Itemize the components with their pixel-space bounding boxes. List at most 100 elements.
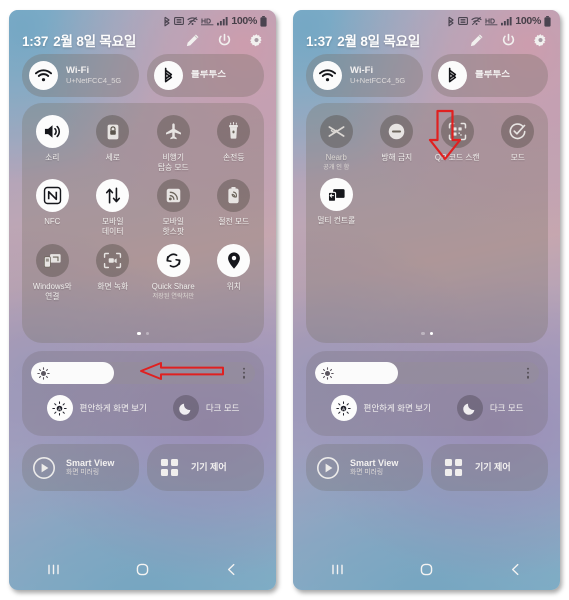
device-control-title: 기기 제어 — [475, 462, 511, 473]
tile-hotspot[interactable]: 모바일 핫스팟 — [143, 179, 204, 236]
eye-comfort-shield-toggle[interactable]: A 편안하게 화면 보기 — [46, 395, 147, 421]
link-to-windows-icon — [35, 243, 69, 277]
volume-icon — [35, 115, 69, 148]
overflow-menu-icon[interactable] — [526, 367, 529, 379]
location-pin-icon — [217, 243, 251, 277]
tile-multi-control-label: 멀티 컨트롤 — [317, 216, 356, 226]
bluetooth-icon — [448, 16, 454, 26]
tile-airplane-label: 비행기 탑승 모드 — [157, 153, 189, 172]
tile-flashlight[interactable]: 손전등 — [204, 115, 265, 172]
tile-modes-label: 모드 — [510, 153, 525, 162]
quick-settings-tiles-panel: 소리 세로 비행기 탑승 모드 손전등 NFC 모바일 데이터 모바일 핫스팟 … — [22, 103, 264, 343]
phone-panel-right: HD 100% 1:37 2월 8일 목요일 Wi-Fi U+NetFCC4_5… — [284, 0, 568, 600]
modes-icon — [501, 115, 535, 148]
tile-multi-control[interactable]: 멀티 컨트롤 — [306, 178, 367, 226]
screen-record-icon — [96, 243, 130, 277]
nav-home-button[interactable] — [402, 554, 452, 584]
bluetooth-pill[interactable]: 블루투스 — [147, 54, 264, 97]
tile-screen-recorder[interactable]: 화면 녹화 — [83, 243, 144, 301]
edit-pencil-icon[interactable] — [469, 33, 484, 48]
nav-recents-button[interactable] — [29, 554, 79, 584]
wifi-pill[interactable]: Wi-Fi U+NetFCC4_5G — [22, 54, 139, 97]
bluetooth-icon — [164, 16, 170, 26]
settings-gear-icon[interactable] — [533, 33, 548, 48]
tile-modes[interactable]: 모드 — [488, 115, 549, 171]
tile-mobile-data[interactable]: 모바일 데이터 — [83, 179, 144, 236]
nav-recents-button[interactable] — [313, 554, 363, 584]
tile-airplane[interactable]: 비행기 탑승 모드 — [143, 115, 204, 172]
tile-quick-share-label: Quick Share — [151, 281, 195, 291]
recents-icon — [332, 564, 343, 574]
eye-comfort-icon: A — [330, 395, 357, 421]
page-dot-1[interactable] — [421, 331, 425, 335]
nav-back-button[interactable] — [491, 554, 541, 584]
clock-date[interactable]: 1:37 2월 8일 목요일 — [22, 30, 136, 50]
dark-mode-toggle[interactable]: 다크 모드 — [456, 395, 524, 421]
do-not-disturb-icon — [380, 115, 414, 148]
moon-icon — [456, 395, 483, 421]
nav-back-button[interactable] — [207, 554, 257, 584]
brightness-slider[interactable] — [31, 362, 255, 384]
battery-percent-label: 100% — [515, 15, 541, 27]
dark-mode-label: 다크 모드 — [205, 403, 240, 413]
smart-view-icon — [31, 455, 57, 481]
dark-mode-toggle[interactable]: 다크 모드 — [172, 395, 240, 421]
mobile-data-icon — [96, 179, 130, 213]
device-control-button[interactable]: 기기 제어 — [431, 444, 548, 491]
eye-comfort-shield-toggle[interactable]: A 편안하게 화면 보기 — [330, 395, 431, 421]
smart-view-subtitle: 화면 미러링 — [350, 468, 384, 476]
tile-do-not-disturb[interactable]: 방해 금지 — [367, 115, 428, 171]
settings-gear-icon[interactable] — [249, 33, 264, 48]
wifi-pill[interactable]: Wi-Fi U+NetFCC4_5G — [306, 54, 423, 97]
wifi-pill-title: Wi-Fi — [350, 65, 374, 76]
signal-bars-icon — [501, 17, 512, 26]
power-icon[interactable] — [501, 33, 516, 48]
connectivity-pills: Wi-Fi U+NetFCC4_5G 블루투스 — [306, 54, 548, 97]
tile-link-to-windows-label: Windows와 연결 — [32, 281, 72, 301]
tile-rotation[interactable]: 세로 — [83, 115, 144, 172]
power-icon[interactable] — [217, 33, 232, 48]
hotspot-icon — [156, 179, 190, 213]
page-dot-2[interactable] — [145, 331, 149, 335]
device-control-button[interactable]: 기기 제어 — [147, 444, 264, 491]
smart-view-button[interactable]: Smart View 화면 미러링 — [22, 444, 139, 491]
tile-quick-share[interactable]: Quick Share 저장된 연락처만 — [143, 243, 204, 301]
moon-icon — [172, 395, 199, 421]
wifi-icon — [313, 61, 342, 90]
device-control-icon — [440, 455, 466, 481]
brightness-panel-left: A 편안하게 화면 보기 다크 모드 — [22, 351, 264, 436]
device-control-icon — [156, 455, 182, 481]
nav-home-button[interactable] — [118, 554, 168, 584]
tile-nearby-share[interactable]: Nearb 공개 인 함 — [306, 115, 367, 171]
brightness-actions: A 편안하게 화면 보기 다크 모드 — [22, 395, 264, 421]
dark-mode-label: 다크 모드 — [489, 403, 524, 413]
tile-nearby-share-sub: 공개 인 함 — [323, 163, 350, 171]
tile-power-saving[interactable]: 절전 모드 — [204, 179, 265, 236]
tile-link-to-windows[interactable]: Windows와 연결 — [22, 243, 83, 301]
page-dots-left[interactable] — [22, 331, 264, 335]
brightness-slider[interactable] — [315, 362, 539, 384]
tile-flashlight-label: 손전등 — [222, 153, 245, 162]
date-label: 2월 8일 목요일 — [53, 34, 137, 49]
page-dots-right[interactable] — [306, 331, 548, 335]
tile-nfc[interactable]: NFC — [22, 179, 83, 236]
wifi-icon — [29, 61, 58, 90]
qr-scan-icon — [440, 115, 474, 148]
bluetooth-pill[interactable]: 블루투스 — [431, 54, 548, 97]
smart-view-icon — [315, 455, 341, 481]
svg-text:A: A — [58, 406, 61, 411]
smart-view-button[interactable]: Smart View 화면 미러링 — [306, 444, 423, 491]
signal-bars-icon — [217, 17, 228, 26]
page-dot-2[interactable] — [429, 331, 433, 335]
edit-pencil-icon[interactable] — [185, 33, 200, 48]
tile-location[interactable]: 위치 — [204, 243, 265, 301]
tile-sound[interactable]: 소리 — [22, 115, 83, 172]
flashlight-icon — [217, 115, 251, 148]
tile-qr-scan[interactable]: QR 코드 스캔 — [427, 115, 488, 171]
rotation-lock-icon — [96, 115, 130, 148]
page-dot-1[interactable] — [137, 331, 141, 335]
overflow-menu-icon[interactable] — [242, 367, 245, 379]
clock-date[interactable]: 1:37 2월 8일 목요일 — [306, 30, 420, 50]
clock-time: 1:37 — [22, 34, 49, 49]
recents-icon — [48, 564, 59, 574]
